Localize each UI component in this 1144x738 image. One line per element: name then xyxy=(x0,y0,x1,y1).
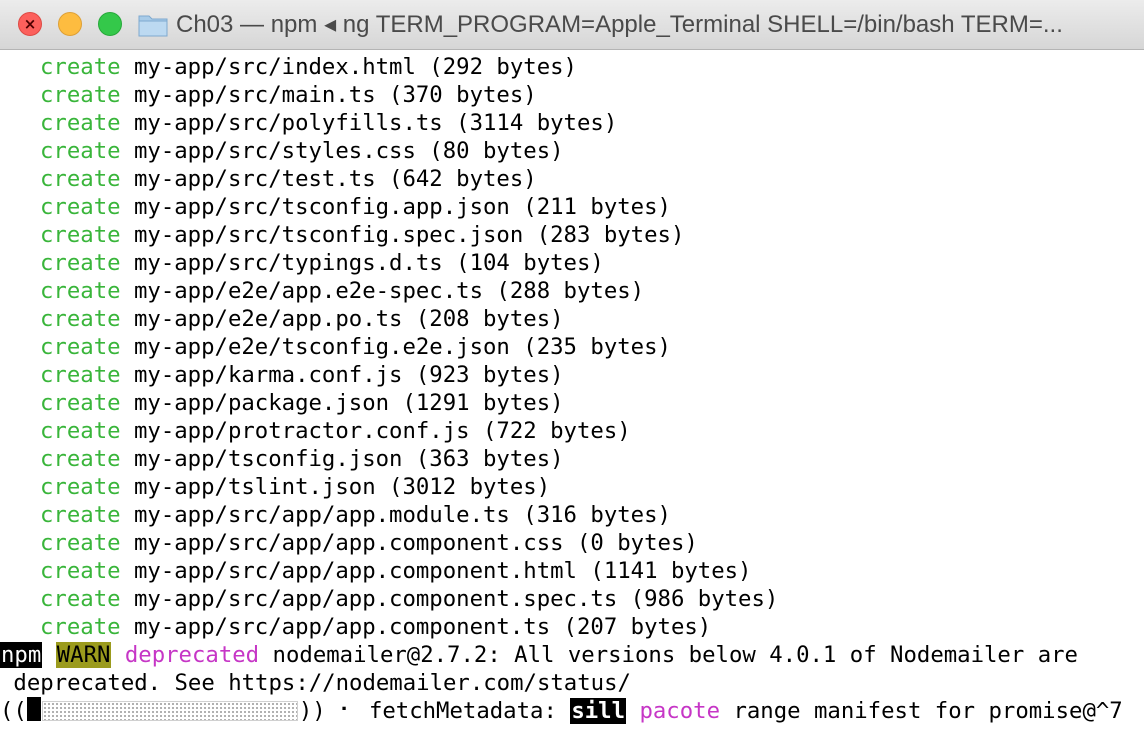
created-file-path: my-app/src/app/app.component.css (0 byte… xyxy=(133,530,698,556)
create-line: create my-app/src/tsconfig.spec.json (28… xyxy=(0,221,684,249)
create-line: create my-app/src/polyfills.ts (3114 byt… xyxy=(0,109,617,137)
create-keyword: create xyxy=(40,278,121,304)
create-line: create my-app/src/app/app.component.spec… xyxy=(0,585,778,613)
progress-open: (( xyxy=(0,698,27,724)
created-file-path: my-app/e2e/tsconfig.e2e.json (235 bytes) xyxy=(133,334,671,360)
folder-icon xyxy=(138,15,168,37)
warn-message: nodemailer@2.7.2: All versions below 4.0… xyxy=(272,642,1078,668)
progress-line: (()) ⠂ fetchMetadata: sill pacote range … xyxy=(0,697,1123,725)
create-keyword: create xyxy=(40,306,121,332)
warn-continuation: deprecated. See https://nodemailer.com/s… xyxy=(0,670,631,696)
created-file-path: my-app/src/app/app.component.ts (207 byt… xyxy=(133,614,712,640)
create-keyword: create xyxy=(40,558,121,584)
create-line: create my-app/protractor.conf.js (722 by… xyxy=(0,417,631,445)
create-line: create my-app/e2e/app.e2e-spec.ts (288 b… xyxy=(0,277,644,305)
progress-rest: range manifest for promise@^7 xyxy=(733,698,1123,724)
created-file-path: my-app/tslint.json (3012 bytes) xyxy=(133,474,551,500)
create-keyword: create xyxy=(40,222,121,248)
created-file-path: my-app/e2e/app.po.ts (208 bytes) xyxy=(133,306,564,332)
progress-close: )) xyxy=(298,698,326,724)
zoom-icon[interactable] xyxy=(98,12,122,36)
close-x-glyph: × xyxy=(23,15,37,33)
window-title: Ch03 — npm ◂ ng TERM_PROGRAM=Apple_Termi… xyxy=(176,11,1063,38)
warn-badge: WARN xyxy=(55,642,112,668)
create-keyword: create xyxy=(40,390,121,416)
create-line: create my-app/e2e/app.po.ts (208 bytes) xyxy=(0,305,564,333)
created-file-path: my-app/src/app/app.component.html (1141 … xyxy=(133,558,752,584)
title-bar[interactable]: × Ch03 — npm ◂ ng TERM_PROGRAM=Apple_Ter… xyxy=(0,0,1144,50)
npm-warn-line: npm WARN deprecated nodemailer@2.7.2: Al… xyxy=(0,641,1078,669)
create-line: create my-app/src/main.ts (370 bytes) xyxy=(0,81,537,109)
create-line: create my-app/src/tsconfig.app.json (211… xyxy=(0,193,671,221)
created-file-path: my-app/package.json (1291 bytes) xyxy=(133,390,564,416)
created-file-path: my-app/src/tsconfig.app.json (211 bytes) xyxy=(133,194,671,220)
create-keyword: create xyxy=(40,82,121,108)
create-keyword: create xyxy=(40,502,121,528)
create-keyword: create xyxy=(40,362,121,388)
create-line: create my-app/src/index.html (292 bytes) xyxy=(0,53,577,81)
create-keyword: create xyxy=(40,250,121,276)
create-keyword: create xyxy=(40,138,121,164)
warn-continuation-line: deprecated. See https://nodemailer.com/s… xyxy=(0,669,631,697)
progress-fill xyxy=(26,697,41,721)
deprecated-label: deprecated xyxy=(124,642,260,668)
created-file-path: my-app/src/test.ts (642 bytes) xyxy=(133,166,537,192)
create-line: create my-app/src/test.ts (642 bytes) xyxy=(0,165,537,193)
progress-bar xyxy=(41,701,298,721)
create-keyword: create xyxy=(40,474,121,500)
minimize-icon[interactable] xyxy=(58,12,82,36)
created-file-path: my-app/src/app/app.component.spec.ts (98… xyxy=(133,586,779,612)
create-keyword: create xyxy=(40,418,121,444)
create-keyword: create xyxy=(40,614,121,640)
create-keyword: create xyxy=(40,334,121,360)
create-keyword: create xyxy=(40,530,121,556)
created-file-path: my-app/karma.conf.js (923 bytes) xyxy=(133,362,564,388)
created-file-path: my-app/tsconfig.json (363 bytes) xyxy=(133,446,564,472)
create-keyword: create xyxy=(40,446,121,472)
task-label: fetchMetadata: xyxy=(368,698,557,724)
spinner-glyph: ⠂ xyxy=(339,698,356,724)
created-file-path: my-app/src/typings.d.ts (104 bytes) xyxy=(133,250,604,276)
created-file-path: my-app/src/main.ts (370 bytes) xyxy=(133,82,537,108)
npm-badge: npm xyxy=(0,642,43,668)
create-keyword: create xyxy=(40,54,121,80)
create-keyword: create xyxy=(40,110,121,136)
create-line: create my-app/tslint.json (3012 bytes) xyxy=(0,473,550,501)
created-file-path: my-app/e2e/app.e2e-spec.ts (288 bytes) xyxy=(133,278,645,304)
create-line: create my-app/e2e/tsconfig.e2e.json (235… xyxy=(0,333,671,361)
create-line: create my-app/src/typings.d.ts (104 byte… xyxy=(0,249,604,277)
pacote-label: pacote xyxy=(639,698,720,724)
close-icon[interactable]: × xyxy=(18,12,42,36)
create-line: create my-app/src/app/app.component.ts (… xyxy=(0,613,711,641)
created-file-path: my-app/src/styles.css (80 bytes) xyxy=(133,138,564,164)
created-file-path: my-app/src/app/app.module.ts (316 bytes) xyxy=(133,502,671,528)
created-file-path: my-app/src/tsconfig.spec.json (283 bytes… xyxy=(133,222,685,248)
create-line: create my-app/src/app/app.component.css … xyxy=(0,529,698,557)
created-file-path: my-app/src/index.html (292 bytes) xyxy=(133,54,577,80)
create-line: create my-app/src/app/app.component.html… xyxy=(0,557,751,585)
create-line: create my-app/package.json (1291 bytes) xyxy=(0,389,564,417)
terminal-output[interactable]: create my-app/src/index.html (292 bytes)… xyxy=(0,53,1144,738)
create-line: create my-app/tsconfig.json (363 bytes) xyxy=(0,445,564,473)
create-keyword: create xyxy=(40,586,121,612)
terminal-window: × Ch03 — npm ◂ ng TERM_PROGRAM=Apple_Ter… xyxy=(0,0,1144,738)
create-keyword: create xyxy=(40,194,121,220)
created-file-path: my-app/protractor.conf.js (722 bytes) xyxy=(133,418,631,444)
create-line: create my-app/src/styles.css (80 bytes) xyxy=(0,137,564,165)
create-line: create my-app/src/app/app.module.ts (316… xyxy=(0,501,671,529)
sill-badge: sill xyxy=(570,698,627,724)
create-line: create my-app/karma.conf.js (923 bytes) xyxy=(0,361,564,389)
create-keyword: create xyxy=(40,166,121,192)
created-file-path: my-app/src/polyfills.ts (3114 bytes) xyxy=(133,110,618,136)
